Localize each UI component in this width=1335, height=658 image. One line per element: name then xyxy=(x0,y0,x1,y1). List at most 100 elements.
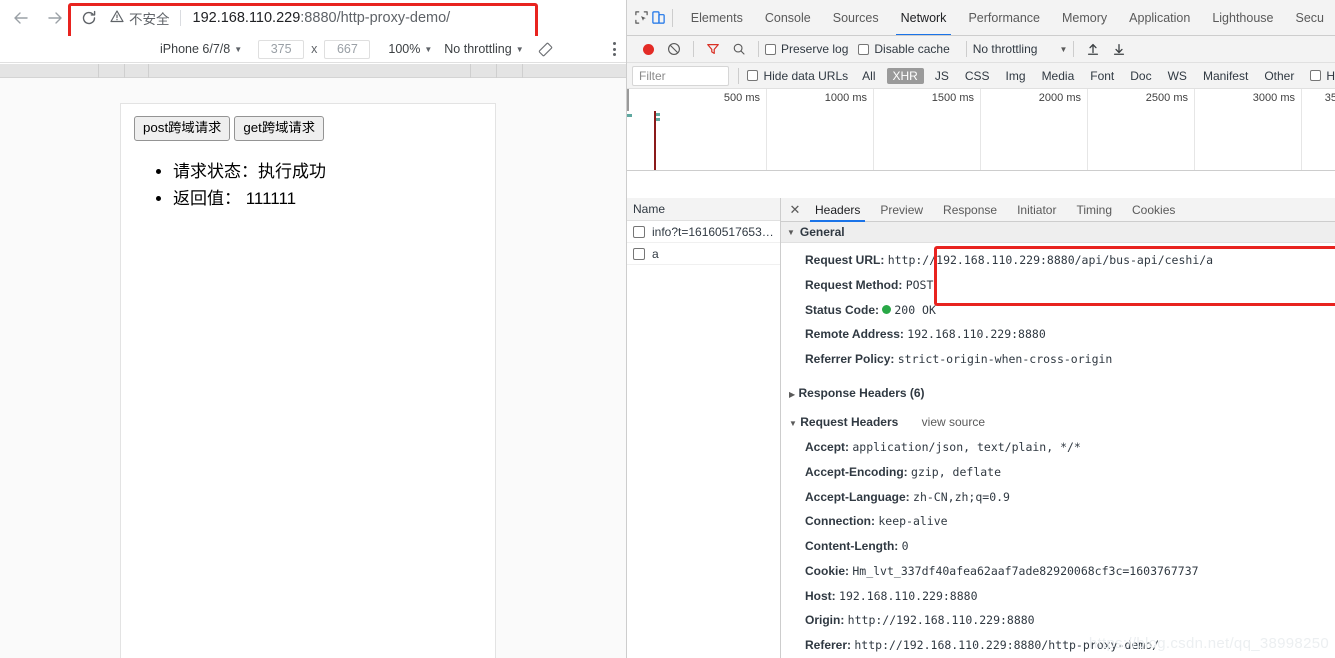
tab-application[interactable]: Application xyxy=(1118,0,1201,35)
filter-type-all[interactable]: All xyxy=(856,68,881,84)
table-row[interactable]: a xyxy=(627,243,780,265)
row-key: Request Method: xyxy=(805,277,903,292)
timeline-tick: 2500 ms xyxy=(1145,92,1188,104)
network-timeline-overview[interactable]: 500 ms 1000 ms 1500 ms 2000 ms 2500 ms 3… xyxy=(627,89,1335,171)
forward-arrow-icon[interactable] xyxy=(38,3,72,33)
timeline-tick: 2000 ms xyxy=(1038,92,1081,104)
watermark: https://blog.csdn.net/qq_38998250 xyxy=(1088,635,1329,652)
tab-cookies[interactable]: Cookies xyxy=(1122,198,1185,222)
export-har-icon[interactable] xyxy=(1106,36,1132,62)
row-key: Connection: xyxy=(805,514,875,529)
response-headers-section-header[interactable]: ▶ Response Headers (6) xyxy=(781,381,1335,406)
row-value: http://192.168.110.229:8880/api/bus-api/… xyxy=(887,253,1214,267)
network-body: Name info?t=16160517653… a ✕ Headers Pre… xyxy=(627,198,1335,658)
zoom-selector[interactable]: 100% ▼ xyxy=(388,42,432,56)
tab-headers[interactable]: Headers xyxy=(805,198,870,222)
general-section-header[interactable]: ▼ General xyxy=(781,222,1335,243)
page-result-list: 请求状态：执行成功 返回值： 111111 xyxy=(121,158,495,213)
filter-type-xhr[interactable]: XHR xyxy=(886,67,924,84)
chevron-down-icon: ▼ xyxy=(515,44,524,54)
checkbox-box xyxy=(765,43,776,55)
request-column-header[interactable]: Name xyxy=(627,198,780,221)
filter-type-doc[interactable]: Doc xyxy=(1124,68,1157,84)
kebab-menu-icon[interactable] xyxy=(613,42,616,56)
filter-type-js[interactable]: JS xyxy=(929,68,955,84)
device-selector[interactable]: iPhone 6/7/8 ▼ xyxy=(160,42,242,56)
tab-security[interactable]: Secu xyxy=(1284,0,1335,35)
timeline-left-edge xyxy=(627,89,629,111)
back-arrow-icon[interactable] xyxy=(4,3,38,33)
filter-type-media[interactable]: Media xyxy=(1036,68,1081,84)
hide-data-urls-label: Hide data URLs xyxy=(763,68,849,83)
filter-type-css[interactable]: CSS xyxy=(959,68,996,84)
tab-performance[interactable]: Performance xyxy=(957,0,1051,35)
close-icon[interactable]: ✕ xyxy=(785,202,805,218)
row-value: 192.168.110.229:8880 xyxy=(907,327,1046,342)
import-har-icon[interactable] xyxy=(1080,36,1106,62)
tab-console[interactable]: Console xyxy=(754,0,822,35)
post-cross-request-button[interactable]: post跨域请求 xyxy=(134,116,231,141)
request-type-icon xyxy=(633,247,645,260)
dom-content-loaded-marker xyxy=(654,111,656,170)
address-bar[interactable]: 不安全 192.168.110.229:8880/http-proxy-demo… xyxy=(98,2,538,34)
viewport-height-input[interactable]: 667 xyxy=(324,39,371,59)
device-emulation-toolbar: iPhone 6/7/8 ▼ 375 x 667 100% ▼ No throt… xyxy=(0,36,626,63)
row-value: 0 xyxy=(901,539,909,554)
blocked-cookies-label: H xyxy=(1326,68,1335,83)
filter-type-font[interactable]: Font xyxy=(1084,68,1120,84)
rotate-device-icon[interactable] xyxy=(538,42,553,57)
header-row-accept-language: Accept-Language: zh-CN,zh;q=0.9 xyxy=(781,485,1335,510)
filter-icon[interactable] xyxy=(700,36,726,62)
tab-memory[interactable]: Memory xyxy=(1051,0,1118,35)
status-ok-dot-icon xyxy=(882,304,892,314)
timeline-tick: 500 ms xyxy=(723,92,760,104)
tab-preview[interactable]: Preview xyxy=(870,198,933,222)
preserve-log-checkbox[interactable]: Preserve log xyxy=(765,42,848,56)
url-text[interactable]: 192.168.110.229:8880/http-proxy-demo/ xyxy=(181,10,451,26)
clear-icon[interactable] xyxy=(661,36,687,62)
filter-type-img[interactable]: Img xyxy=(1000,68,1032,84)
tab-lighthouse[interactable]: Lighthouse xyxy=(1201,0,1284,35)
security-warning[interactable]: 不安全 xyxy=(98,8,180,28)
tab-response[interactable]: Response xyxy=(933,198,1007,222)
row-value: gzip, deflate xyxy=(911,464,1002,479)
viewport-width-input[interactable]: 375 xyxy=(258,39,305,59)
device-name-label: iPhone 6/7/8 xyxy=(160,42,231,56)
tab-initiator[interactable]: Initiator xyxy=(1007,198,1066,222)
tab-elements[interactable]: Elements xyxy=(680,0,754,35)
disable-cache-checkbox[interactable]: Disable cache xyxy=(858,42,950,56)
table-row[interactable]: info?t=16160517653… xyxy=(627,221,780,243)
device-toolbar-icon[interactable] xyxy=(650,5,667,31)
row-value: http://192.168.110.229:8880 xyxy=(847,613,1035,628)
request-headers-rows: Accept: application/json, text/plain, */… xyxy=(781,435,1335,658)
general-row-status-code: Status Code: 200 OK xyxy=(781,298,1335,323)
throttling-selector[interactable]: No throttling ▼ xyxy=(444,42,523,56)
record-button[interactable] xyxy=(635,36,661,62)
chevron-down-icon: ▼ xyxy=(424,44,433,54)
blocked-cookies-checkbox[interactable]: H xyxy=(1310,69,1335,83)
filter-type-manifest[interactable]: Manifest xyxy=(1197,68,1254,84)
checkbox-box xyxy=(858,43,870,55)
hide-data-urls-checkbox[interactable]: Hide data URLs xyxy=(747,69,848,83)
get-cross-request-button[interactable]: get跨域请求 xyxy=(234,116,324,141)
timeline-request-bar xyxy=(656,113,660,116)
devtools-tabbar: Elements Console Sources Network Perform… xyxy=(627,0,1335,36)
tab-network[interactable]: Network xyxy=(890,0,958,35)
row-key: Referer: xyxy=(805,638,852,653)
header-row-accept: Accept: application/json, text/plain, */… xyxy=(781,435,1335,460)
header-row-content-length: Content-Length: 0 xyxy=(781,534,1335,559)
request-list-panel: Name info?t=16160517653… a xyxy=(627,198,781,658)
filter-type-other[interactable]: Other xyxy=(1258,68,1300,84)
request-headers-section-header[interactable]: ▼ Request Headers view source xyxy=(781,410,1335,435)
view-source-link[interactable]: view source xyxy=(922,415,985,429)
inspect-element-icon[interactable] xyxy=(633,5,650,31)
filter-input[interactable]: Filter xyxy=(632,65,729,86)
network-filter-bar: Filter Hide data URLs All XHR JS CSS Img… xyxy=(627,63,1335,89)
tab-timing[interactable]: Timing xyxy=(1066,198,1122,222)
header-row-host: Host: 192.168.110.229:8880 xyxy=(781,584,1335,609)
network-throttling-selector[interactable]: No throttling ▼ xyxy=(973,42,1068,56)
tab-sources[interactable]: Sources xyxy=(822,0,890,35)
search-icon[interactable] xyxy=(726,36,752,62)
browser-toolbar: 不安全 192.168.110.229:8880/http-proxy-demo… xyxy=(0,0,626,36)
filter-type-ws[interactable]: WS xyxy=(1162,68,1193,84)
